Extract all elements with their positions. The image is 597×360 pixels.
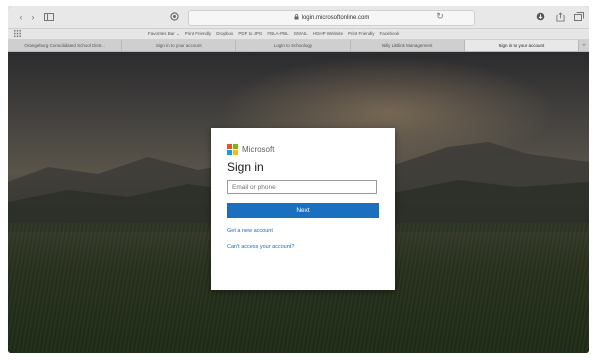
tab-sign-in-1[interactable]: Sign in to your account	[122, 40, 237, 51]
logo-square-green	[233, 144, 238, 149]
logo-square-blue	[227, 150, 232, 155]
favorite-item[interactable]: Dropbox	[216, 31, 233, 37]
tab-sign-in-active[interactable]: Sign in to your account	[464, 40, 580, 51]
favorite-item[interactable]: Print Friendly	[348, 31, 375, 37]
new-tab-icon[interactable]: +	[579, 40, 589, 51]
favorite-item[interactable]: HGHP Website	[313, 31, 343, 37]
browser-window: ‹ › login.microsoftonline.com ↻ Favorite…	[8, 6, 589, 353]
logo-square-red	[227, 144, 232, 149]
page-title: Sign in	[227, 160, 264, 174]
reload-icon[interactable]: ↻	[435, 10, 445, 23]
next-button[interactable]: Next	[227, 203, 379, 218]
tabs-overview-icon[interactable]	[573, 10, 585, 23]
downloads-icon[interactable]	[534, 10, 546, 23]
tab-bar: Orangeburg Consolidated School Distr... …	[8, 40, 589, 52]
favorite-item[interactable]: Print Friendly	[185, 31, 212, 37]
favorite-item[interactable]: Favorites Bar ⌄	[148, 31, 180, 37]
sidebar-icon[interactable]	[42, 10, 56, 23]
tab-management[interactable]: Billy LiBlink Management	[351, 40, 465, 51]
brand-name: Microsoft	[242, 144, 275, 154]
grid-icon[interactable]	[14, 30, 21, 38]
favorites-bar: Favorites Bar ⌄ Print Friendly Dropbox P…	[8, 29, 589, 40]
share-icon[interactable]	[554, 10, 566, 23]
browser-toolbar: ‹ › login.microsoftonline.com ↻	[8, 6, 589, 29]
microsoft-logo-icon	[227, 144, 238, 155]
tab-orangeburg[interactable]: Orangeburg Consolidated School Distr...	[8, 40, 123, 51]
privacy-icon[interactable]	[168, 10, 180, 23]
favorite-item[interactable]: GMAIL	[294, 31, 308, 37]
favorite-item[interactable]: PDF to JPG	[238, 31, 262, 37]
email-field[interactable]	[227, 180, 377, 194]
page-background: Microsoft Sign in Next Get a new account…	[8, 52, 589, 353]
favorite-item[interactable]: FBLA-PBL	[267, 31, 288, 37]
get-new-account-link[interactable]: Get a new account	[227, 228, 273, 234]
lock-icon	[294, 14, 299, 22]
signin-card: Microsoft Sign in Next Get a new account…	[211, 128, 395, 290]
microsoft-logo: Microsoft	[227, 144, 275, 155]
address-bar[interactable]: login.microsoftonline.com	[188, 10, 475, 26]
back-icon[interactable]: ‹	[16, 10, 26, 23]
cant-access-account-link[interactable]: Can't access your account?	[227, 244, 294, 250]
url-text: login.microsoftonline.com	[301, 15, 370, 21]
logo-square-yellow	[233, 150, 238, 155]
favorite-item[interactable]: Facebook	[379, 31, 399, 37]
tab-schoology[interactable]: Login to Schoology	[236, 40, 351, 51]
forward-icon[interactable]: ›	[28, 10, 38, 23]
